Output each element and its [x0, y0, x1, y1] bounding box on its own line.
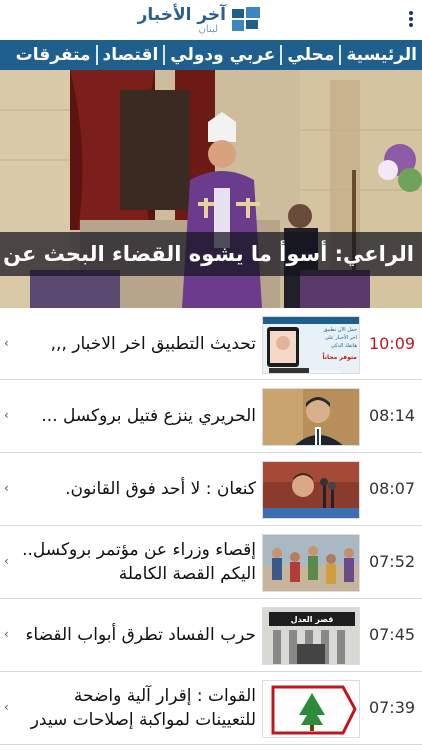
overflow-menu-icon[interactable] [406, 10, 416, 30]
promo-platforms: iPhone Android [311, 369, 342, 374]
chevron-left-icon: ‹ [4, 336, 9, 350]
lebanese-forces-logo-image [263, 681, 359, 737]
featured-story-headline[interactable]: الراعي: أسوأ ما يشوه القضاء البحث عن كبش… [0, 232, 422, 276]
news-item[interactable]: 07:39 القوات : إقرار آلية واضحة للتعيينا… [0, 672, 422, 745]
news-time: 07:39 [368, 698, 416, 717]
tab-divider [339, 45, 342, 65]
politician-portrait-image [263, 389, 359, 445]
news-title: تحديث التطبيق اخر الاخبار ,,, [50, 334, 256, 354]
tab-divider [280, 45, 283, 65]
tab-economy[interactable]: اقتصاد [98, 40, 164, 70]
news-item[interactable]: 10:09 حمل الآن تطبيق اخر الأخبار على هات… [0, 308, 422, 380]
news-time: 07:52 [368, 552, 416, 571]
promo-line-3: هاتفك الذكي [331, 343, 357, 349]
category-nav: الرئيسية محلي عربي ودولي اقتصاد متفرقات [0, 40, 422, 70]
app-logo: آخر الأخبار لبنان [138, 5, 262, 37]
news-item[interactable]: 08:07 كنعان : لا أحد فوق القانون. ‹ [0, 453, 422, 526]
news-item[interactable]: 08:14 الحريري ينزع فتيل بروكسل ... ‹ [0, 380, 422, 453]
news-thumbnail [262, 461, 360, 519]
news-title: إقصاء وزراء عن مؤتمر بروكسل.. اليكم القص… [22, 540, 256, 584]
news-title: الحريري ينزع فتيل بروكسل ... [41, 406, 256, 426]
news-item[interactable]: 07:45 قصر العدل حرب الفساد تطرق أبواب ال… [0, 599, 422, 672]
justice-palace-image: قصر العدل [263, 608, 359, 664]
chevron-left-icon: ‹ [4, 627, 9, 641]
news-title: القوات : إقرار آلية واضحة للتعيينات لموا… [30, 686, 256, 730]
tab-divider [163, 45, 166, 65]
refugees-crowd-image [263, 535, 359, 591]
promo-line-1: حمل الآن تطبيق [323, 327, 357, 333]
news-time: 07:45 [368, 625, 416, 644]
chevron-left-icon: ‹ [4, 408, 9, 422]
promo-line-4: متوفر مجاناً [322, 353, 357, 361]
speaker-microphones-image [263, 462, 359, 518]
tab-local[interactable]: محلي [282, 40, 339, 70]
promo-line-2: اخر الأخبار على [325, 334, 357, 341]
news-time: 08:07 [368, 479, 416, 498]
tab-home[interactable]: الرئيسية [341, 40, 422, 70]
news-item[interactable]: 07:52 إقصاء وزراء عن مؤتمر بروكسل.. اليك… [0, 526, 422, 599]
logo-subtitle: لبنان [198, 24, 218, 35]
app-update-promo-image: حمل الآن تطبيق اخر الأخبار على هاتفك الذ… [263, 317, 359, 374]
chevron-left-icon: ‹ [4, 700, 9, 714]
news-thumbnail [262, 534, 360, 592]
news-title: حرب الفساد تطرق أبواب القضاء [25, 625, 256, 645]
featured-story[interactable]: الراعي: أسوأ ما يشوه القضاء البحث عن كبش… [0, 70, 422, 308]
news-title: كنعان : لا أحد فوق القانون. [65, 479, 256, 499]
news-time: 10:09 [368, 334, 416, 353]
chevron-left-icon: ‹ [4, 554, 9, 568]
logo-title: آخر الأخبار [137, 5, 226, 25]
news-thumbnail [262, 680, 360, 738]
tab-miscellaneous[interactable]: متفرقات [11, 40, 96, 70]
news-time: 08:14 [368, 406, 416, 425]
app-header: آخر الأخبار لبنان [0, 0, 422, 40]
justice-sign-text: قصر العدل [291, 615, 334, 624]
news-thumbnail [262, 388, 360, 446]
news-thumbnail: حمل الآن تطبيق اخر الأخبار على هاتفك الذ… [262, 316, 360, 374]
news-list: 10:09 حمل الآن تطبيق اخر الأخبار على هات… [0, 308, 422, 745]
tab-arab-international[interactable]: عربي ودولي [165, 40, 280, 70]
tab-divider [95, 45, 98, 65]
chevron-left-icon: ‹ [4, 481, 9, 495]
logo-mark-icon [232, 7, 260, 31]
news-thumbnail: قصر العدل [262, 607, 360, 665]
